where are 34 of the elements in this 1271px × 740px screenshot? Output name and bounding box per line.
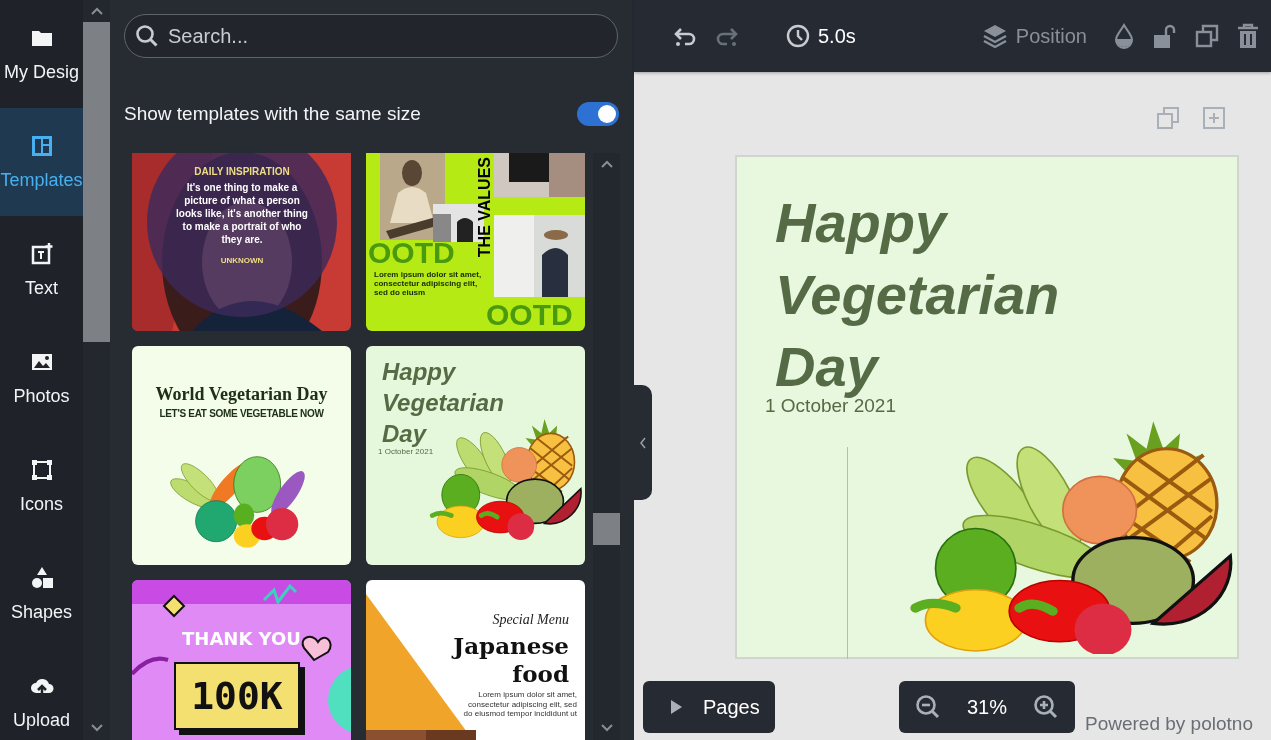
- sidebar-item[interactable]: My Desig: [0, 0, 83, 108]
- template-title: THANK YOU: [181, 628, 302, 649]
- template-card[interactable]: World Vegetarian Day LET'S EAT SOME VEGETABLE NOW: [132, 346, 351, 565]
- template-card[interactable]: Happy Vegetarian Day 1 October 2021: [366, 346, 585, 565]
- pages-button[interactable]: Pages: [643, 681, 775, 733]
- template-title: Happy Vegetarian Day: [382, 357, 505, 449]
- duration-button[interactable]: 5.0s: [778, 20, 864, 52]
- template-card[interactable]: Special Menu Japanese food Lorem ipsum dolor sit amet, consectetur adipiscing elit, sed do eiusmod tempor incididunt ut: [366, 580, 585, 740]
- template-subtitle: Special Menu: [492, 612, 569, 628]
- design-canvas[interactable]: Happy Vegetarian Day 1 October 2021: [735, 155, 1239, 659]
- template-title: World Vegetarian Day: [154, 384, 329, 405]
- body-text: Lorem ipsum dolor sit amet, consectetur adipiscing elit, sed do eiusm: [374, 270, 483, 297]
- quote-text: It's one thing to make a picture of what a person looks like, it's another thing to make a portrait of who they are.: [175, 181, 309, 246]
- template-subtitle: LET'S EAT SOME VEGETABLE NOW: [158, 408, 325, 419]
- zoom-level: 31%: [967, 695, 1007, 719]
- template-card[interactable]: THANK YOU 100K: [132, 580, 351, 740]
- template-card[interactable]: DAILY INSPIRATION It's one thing to make a picture of what a person looks like, it's another thing to make a portrait of who they are. UNKNOWN: [132, 153, 351, 331]
- search-field[interactable]: Search...: [124, 14, 618, 58]
- template-heading: OOTD: [486, 300, 573, 330]
- sidebar-item[interactable]: Templates: [0, 108, 83, 216]
- sidebar-item[interactable]: Photos: [0, 324, 83, 432]
- template-title: Japanese food: [450, 632, 569, 688]
- vertical-heading: THE VALUES: [476, 157, 494, 258]
- template-date: 1 October 2021: [378, 447, 434, 456]
- sidebar-item[interactable]: Upload: [0, 648, 83, 740]
- toggle-label: Show templates with the same size: [124, 103, 421, 125]
- sidebar-item[interactable]: Shapes: [0, 540, 83, 648]
- template-heading: OOTD: [368, 238, 455, 268]
- quote-author: UNKNOWN: [220, 256, 264, 265]
- position-button[interactable]: Position: [973, 19, 1095, 53]
- credit-link[interactable]: Powered by polotno: [1085, 713, 1253, 735]
- sidebar-item[interactable]: Icons: [0, 432, 83, 540]
- sidebar-item[interactable]: Text: [0, 216, 83, 324]
- template-heading: DAILY INSPIRATION: [194, 166, 290, 177]
